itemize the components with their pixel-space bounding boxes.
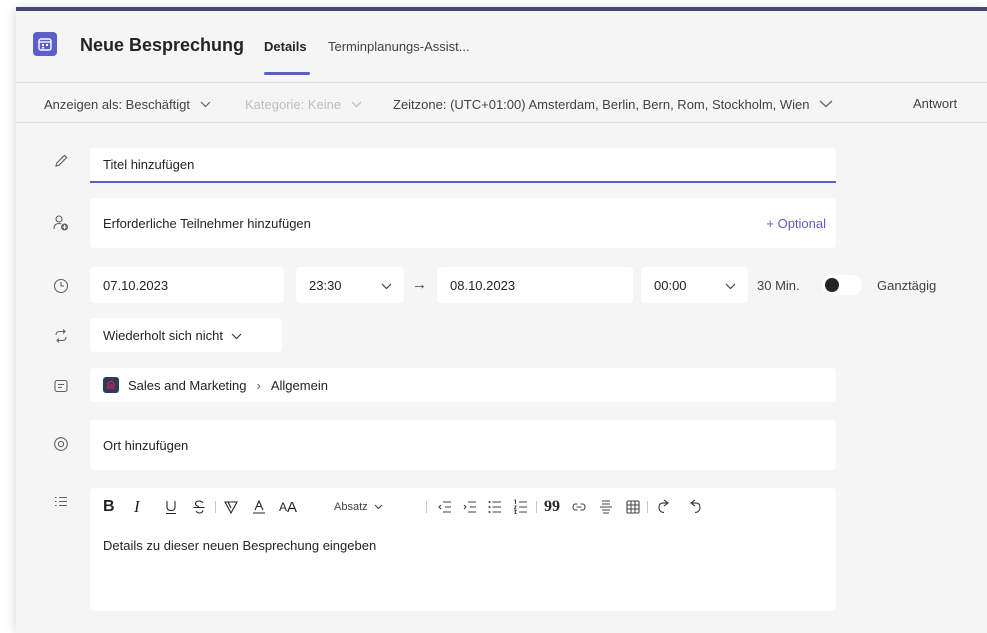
location-input[interactable]: Ort hinzufügen xyxy=(90,420,836,470)
redo-icon[interactable] xyxy=(685,497,703,517)
optional-attendees-link[interactable]: + Optional xyxy=(766,216,826,231)
start-date-picker[interactable]: 07.10.2023 xyxy=(90,267,284,303)
channel-icon xyxy=(52,377,70,395)
recurrence-select[interactable]: Wiederholt sich nicht xyxy=(90,318,282,352)
paragraph-style-dropdown[interactable]: Absatz xyxy=(334,497,383,517)
table-icon[interactable] xyxy=(625,497,641,517)
details-placeholder: Details zu dieser neuen Besprechung eing… xyxy=(103,538,377,553)
attendees-input[interactable]: Erforderliche Teilnehmer hinzufügen + Op… xyxy=(90,198,836,248)
decrease-indent-icon[interactable] xyxy=(437,497,453,517)
font-color-icon[interactable] xyxy=(251,497,267,517)
channel-select[interactable]: Sales and Marketing › Allgemein xyxy=(90,368,836,402)
highlight-icon[interactable] xyxy=(223,497,239,517)
title-input[interactable]: Titel hinzufügen xyxy=(90,148,836,183)
font-size-icon[interactable]: AA xyxy=(279,497,297,517)
chevron-down-icon xyxy=(200,96,211,111)
link-icon[interactable] xyxy=(571,497,587,517)
increase-indent-icon[interactable] xyxy=(462,497,478,517)
underline-icon[interactable] xyxy=(164,497,178,517)
category-dropdown[interactable]: Kategorie: Keine xyxy=(245,96,362,112)
active-tab-indicator xyxy=(264,72,310,75)
timezone-label: Zeitzone: (UTC+01:00) Amsterdam, Berlin,… xyxy=(393,97,810,112)
chevron-down-icon xyxy=(351,96,362,111)
end-time-value: 00:00 xyxy=(654,277,687,293)
add-person-icon xyxy=(52,214,70,232)
category-label: Kategorie: Keine xyxy=(245,97,342,112)
numbered-list-icon[interactable] xyxy=(513,497,529,517)
all-day-toggle[interactable] xyxy=(822,275,862,295)
location-icon xyxy=(52,435,70,453)
recurrence-value: Wiederholt sich nicht xyxy=(103,327,223,343)
pencil-icon xyxy=(52,152,70,170)
show-as-dropdown[interactable]: Anzeigen als: Beschäftigt xyxy=(44,96,211,112)
clock-icon xyxy=(52,277,70,295)
chevron-down-icon xyxy=(231,328,242,343)
italic-button[interactable]: I xyxy=(134,497,140,517)
page-title: Neue Besprechung xyxy=(80,35,245,55)
chevron-down-icon xyxy=(381,278,392,293)
chevron-down-icon xyxy=(819,96,833,111)
tab-details[interactable]: Details xyxy=(264,39,307,54)
toggle-knob xyxy=(825,278,839,292)
strikethrough-icon[interactable] xyxy=(192,497,206,517)
details-editor[interactable]: B I AA Absatz 99 Details zu dieser neuen… xyxy=(90,488,836,611)
arrow-right-icon: → xyxy=(412,276,427,293)
end-date-picker[interactable]: 08.10.2023 xyxy=(437,267,633,303)
start-time-select[interactable]: 23:30 xyxy=(296,267,404,303)
calendar-icon xyxy=(33,32,57,56)
repeat-icon xyxy=(52,327,70,345)
all-day-label: Ganztägig xyxy=(877,278,937,293)
team-avatar xyxy=(103,377,119,393)
meeting-window: Neue Besprechung Details Terminplanungs-… xyxy=(16,7,987,633)
team-name: Sales and Marketing xyxy=(128,377,247,393)
chevron-down-icon xyxy=(374,501,383,513)
end-time-select[interactable]: 00:00 xyxy=(641,267,748,303)
quote-icon[interactable]: 99 xyxy=(544,497,560,517)
attendees-placeholder: Erforderliche Teilnehmer hinzufügen xyxy=(103,215,311,231)
options-toolbar: Anzeigen als: Beschäftigt Kategorie: Kei… xyxy=(16,83,987,123)
toolbar-divider xyxy=(215,501,216,513)
response-options[interactable]: Antwort xyxy=(913,96,957,111)
duration-label: 30 Min. xyxy=(757,278,800,293)
paragraph-style-label: Absatz xyxy=(334,501,368,513)
channel-name: Allgemein xyxy=(270,377,328,393)
details-icon xyxy=(52,493,70,511)
tab-scheduling-assistant[interactable]: Terminplanungs-Assist... xyxy=(328,39,470,54)
chevron-down-icon xyxy=(725,278,736,293)
undo-icon[interactable] xyxy=(656,497,674,517)
header-bar: Neue Besprechung Details Terminplanungs-… xyxy=(16,11,987,83)
chevron-right-icon: › xyxy=(256,377,261,393)
bold-button[interactable]: B xyxy=(103,497,115,517)
toolbar-divider xyxy=(536,501,537,513)
show-as-label: Anzeigen als: Beschäftigt xyxy=(44,97,190,112)
horizontal-rule-icon[interactable] xyxy=(598,497,614,517)
timezone-dropdown[interactable]: Zeitzone: (UTC+01:00) Amsterdam, Berlin,… xyxy=(393,96,833,112)
bullet-list-icon[interactable] xyxy=(487,497,503,517)
toolbar-divider xyxy=(426,501,427,513)
start-time-value: 23:30 xyxy=(309,277,342,293)
toolbar-divider xyxy=(647,501,648,513)
